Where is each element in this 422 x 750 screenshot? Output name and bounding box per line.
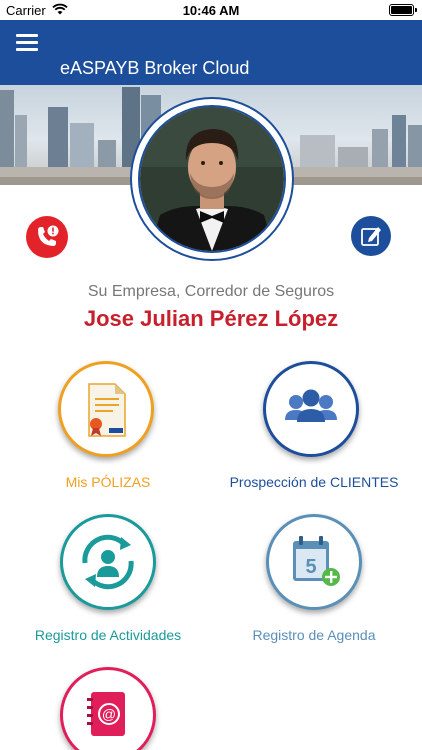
policy-document-icon <box>61 383 151 458</box>
agenda-circle[interactable]: 5 <box>266 514 362 610</box>
tile-label-actividades: Registro de Actividades <box>34 627 182 643</box>
tile-label-polizas: Mis PÓLIZAS <box>65 474 151 490</box>
hamburger-icon-line <box>16 41 38 44</box>
svg-text:5: 5 <box>305 556 316 578</box>
edit-icon <box>351 227 391 260</box>
edit-profile-button[interactable] <box>351 216 391 256</box>
avatar[interactable] <box>138 105 286 253</box>
clients-group-icon <box>266 389 356 458</box>
activities-cycle-icon <box>63 534 153 611</box>
user-name: Jose Julian Pérez López <box>83 306 339 331</box>
address-book-circle[interactable]: @ <box>60 667 156 750</box>
actividades-circle[interactable] <box>60 514 156 610</box>
hamburger-icon-line <box>16 48 38 51</box>
tile-label-clientes: Prospección de CLIENTES <box>229 474 399 490</box>
menu-button[interactable] <box>16 34 38 52</box>
status-time: 10:46 AM <box>182 3 240 18</box>
app-title: eASPAYB Broker Cloud <box>60 58 250 78</box>
svg-text:@: @ <box>102 706 116 722</box>
company-subtitle: Su Empresa, Corredor de Seguros <box>87 283 335 300</box>
phone-alert-icon <box>26 225 68 262</box>
tile-label-agenda: Registro de Agenda <box>252 627 376 643</box>
emergency-call-button[interactable] <box>26 216 68 258</box>
hamburger-icon <box>16 34 38 37</box>
clientes-circle[interactable] <box>263 361 359 457</box>
battery-icon <box>389 4 417 16</box>
status-bar: Carrier 10:46 AM <box>0 0 422 20</box>
polizas-circle[interactable] <box>58 361 154 457</box>
calendar-add-icon: 5 <box>269 536 359 611</box>
profile-avatar-frame <box>130 97 294 261</box>
